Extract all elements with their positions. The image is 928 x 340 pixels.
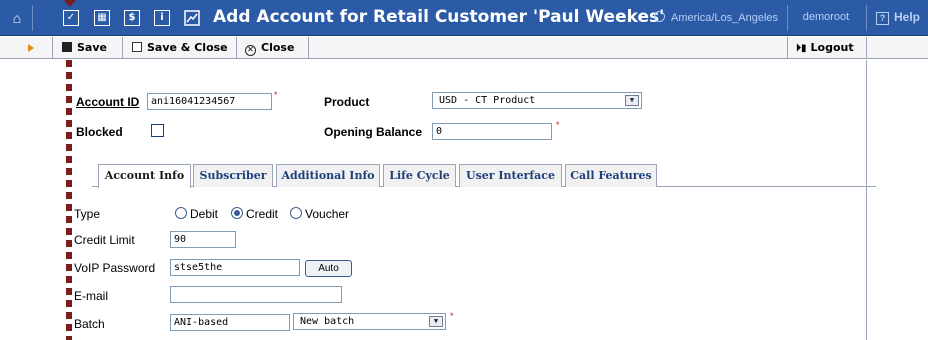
credit-limit-label: Credit Limit [74,233,135,247]
tab-call-features[interactable]: Call Features [565,164,657,187]
product-select[interactable]: USD - CT Product ▼ [432,92,642,109]
product-label: Product [324,95,370,109]
save-button[interactable]: Save [62,41,107,54]
grid-icon[interactable]: ▦ [94,10,110,26]
close-icon: ✕ [245,45,256,56]
voip-password-label: VoIP Password [74,261,156,275]
radio-credit[interactable] [231,207,243,219]
tab-subscriber[interactable]: Subscriber [193,164,273,187]
chart-icon[interactable] [184,10,200,26]
radio-voucher-label: Voucher [305,207,350,221]
radio-debit[interactable] [175,207,187,219]
divider [122,37,123,59]
checkbox-icon[interactable]: ✓ [63,10,79,26]
account-id-label: Account ID [76,95,140,109]
auto-generate-button[interactable]: Auto [305,260,352,277]
divider [32,5,33,31]
chevron-down-icon[interactable]: ▼ [429,316,443,327]
batch-input[interactable]: ANI-based [170,314,290,331]
radio-voucher[interactable] [290,207,302,219]
divider [236,37,237,59]
divider [308,37,309,59]
timezone-label: America/Los_Angeles [671,12,779,24]
info-icon[interactable]: i [154,10,170,26]
batch-select[interactable]: New batch ▼ [293,313,446,330]
tab-account-info[interactable]: Account Info [98,164,191,188]
save-close-button[interactable]: Save & Close [132,41,228,54]
blocked-checkbox[interactable] [151,124,164,137]
divider [787,37,788,59]
email-input[interactable] [170,286,342,303]
logout-button[interactable]: ⏵▮ Logout [796,41,854,54]
save-close-label: Save & Close [147,41,228,54]
disk-outline-icon [132,42,142,52]
disk-icon [62,42,72,52]
required-marker: * [450,311,454,321]
play-icon[interactable] [28,44,34,52]
required-marker: * [556,120,560,130]
timezone-link[interactable]: America/Los_Angeles [654,11,778,24]
radio-debit-label: Debit [190,207,219,221]
tab-user-interface[interactable]: User Interface [459,164,562,187]
batch-label: Batch [74,317,105,331]
voip-password-input[interactable]: stse5the [170,259,300,276]
chevron-down-icon[interactable]: ▼ [625,95,639,106]
clock-icon [654,11,665,22]
divider [866,37,867,59]
close-button[interactable]: ✕ Close [245,41,294,56]
credit-limit-input[interactable]: 90 [170,231,236,248]
help-icon: ? [876,12,889,25]
required-marker: * [274,90,278,100]
close-label: Close [261,41,295,54]
top-bar: ⌂ ✓ ▦ $ i Add Account for Retail Custome… [0,0,928,36]
user-link[interactable]: demoroot [790,11,862,23]
divider [787,5,788,31]
home-icon[interactable]: ⌂ [9,10,25,26]
page-title: Add Account for Retail Customer 'Paul We… [213,7,665,27]
tab-additional-info[interactable]: Additional Info [276,164,380,187]
product-select-value: USD - CT Product [439,95,536,106]
toolbar: Save Save & Close ✕ Close ⏵▮ Logout [0,37,928,59]
blocked-label: Blocked [76,125,123,139]
marker-arrow-icon [64,0,76,7]
help-link[interactable]: ? Help [876,10,920,25]
logout-icon: ⏵▮ [796,43,807,54]
radio-credit-label: Credit [246,207,279,221]
right-border [866,60,867,340]
batch-select-value: New batch [300,316,355,327]
tab-life-cycle[interactable]: Life Cycle [383,164,456,187]
save-label: Save [77,41,107,54]
dollar-icon[interactable]: $ [124,10,140,26]
email-label: E-mail [74,289,109,303]
help-label: Help [894,10,921,24]
opening-balance-label: Opening Balance [324,125,423,139]
divider [866,5,867,31]
left-marker-bar [66,60,72,340]
type-label: Type [74,207,101,221]
divider [52,37,53,59]
account-id-input[interactable]: ani16041234567 [147,93,272,110]
logout-label: Logout [810,41,854,54]
opening-balance-input[interactable]: 0 [432,123,552,140]
